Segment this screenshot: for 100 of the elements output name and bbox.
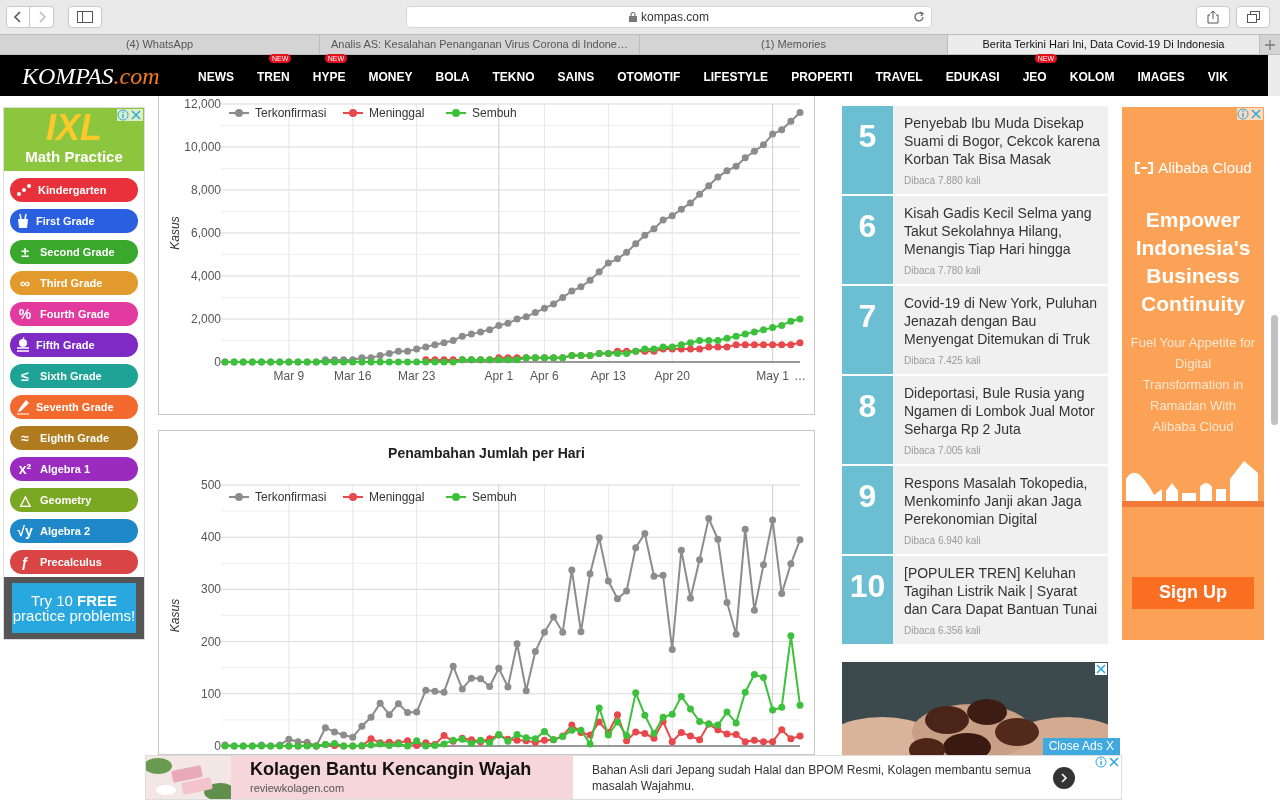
nav-link[interactable]: HYPE — [312, 69, 346, 84]
share-icon — [1207, 10, 1219, 24]
nav-link[interactable]: MONEY — [368, 69, 413, 84]
grade-button[interactable]: √y Algebra 2 — [10, 519, 138, 543]
article-title[interactable]: Covid-19 di New York, Puluhan Jenazah dengan Bau Menyengat Ditemukan di Truk — [904, 294, 1104, 348]
article-card[interactable]: Penyebab Ibu Muda Disekap Suami di Bogor, Cekcok karena Korban Tak Bisa Masak Dibaca 7.880 kali — [893, 106, 1108, 194]
axis-label: 2,000 — [190, 312, 221, 326]
point — [787, 341, 795, 349]
point — [787, 735, 795, 743]
axis-label: … — [794, 369, 806, 383]
scrollbar-thumb[interactable] — [1270, 315, 1278, 425]
point — [778, 341, 786, 349]
grade-button[interactable]: Kindergarten — [10, 178, 138, 202]
article-card[interactable]: Covid-19 di New York, Puluhan Jenazah dengan Bau Menyengat Ditemukan di Truk Dibaca 7.425 kali — [893, 286, 1108, 374]
plus-icon — [1265, 39, 1275, 50]
axis-title: Kasus — [168, 598, 182, 633]
point — [732, 341, 740, 349]
point — [778, 726, 786, 734]
point — [796, 339, 804, 347]
article-title[interactable]: Dideportasi, Bule Rusia yang Ngamen di Lombok Jual Motor Seharga Rp 2 Juta — [904, 384, 1104, 438]
point — [404, 737, 412, 745]
nav-link[interactable]: IMAGES — [1137, 69, 1185, 84]
ad-choices-icon[interactable] — [1095, 756, 1121, 768]
rank-number: 5 — [842, 106, 893, 194]
address-text: kompas.com — [641, 9, 709, 26]
axis-label: 0 — [214, 739, 221, 754]
article-card[interactable]: [POPULER TREN] Keluhan Tagihan Listrik Naik | Syarat dan Cara Dapat Bantuan Tunai Dibaca 6.356 kali — [893, 556, 1108, 644]
sidebar-icon — [77, 11, 93, 23]
article-title[interactable]: Kisah Gadis Kecil Selma yang Takut Sekolahnya Hilang, Menangis Tiap Hari hingga — [904, 204, 1104, 258]
chart-title: Penambahan Jumlah per Hari — [388, 445, 585, 462]
ad-choices-icon[interactable] — [117, 109, 143, 121]
rank-number: 7 — [842, 286, 893, 374]
nav-link[interactable]: NEWS — [198, 69, 234, 84]
article-card[interactable]: Dideportasi, Bule Rusia yang Ngamen di Lombok Jual Motor Seharga Rp 2 Juta Dibaca 7.005 kali — [893, 376, 1108, 464]
nav-link[interactable]: OTOMOTIF — [617, 69, 681, 84]
legend-item: Sembuh — [445, 106, 517, 120]
axis-label: Apr 20 — [654, 369, 690, 383]
nav-link[interactable]: JEO — [1022, 69, 1047, 84]
article-card[interactable]: Respons Masalah Tokopedia, Menkominfo Janji akan Jaga Perekonomian Digital Dibaca 6.940 kali — [893, 466, 1108, 554]
read-count: Dibaca 7.880 kali — [904, 174, 982, 188]
forward-button[interactable] — [30, 6, 54, 28]
nav-link[interactable]: EDUKASI — [945, 69, 1000, 84]
point — [723, 730, 731, 738]
axis-label: 10,000 — [184, 140, 221, 154]
nav-link[interactable]: SAINS — [557, 69, 595, 84]
nav-link[interactable]: VIK — [1207, 69, 1228, 84]
nav-link[interactable]: TEKNO — [492, 69, 535, 84]
next-button[interactable] — [1053, 767, 1075, 789]
article-card[interactable]: Kisah Gadis Kecil Selma yang Takut Sekolahnya Hilang, Menangis Tiap Hari hingga Dibaca 7.780 kali — [893, 196, 1108, 284]
legend-item: Meninggal — [342, 106, 425, 120]
nav-link[interactable]: TRAVEL — [875, 69, 923, 84]
nav-link[interactable]: BOLA — [435, 69, 470, 84]
ad-banner[interactable]: Kolagen Bantu Kencangin Wajah reviewkolagen.com Bahan Asli dari Jepang sudah Halal dan BPOM Resmi, Kolagen membantu semua masalah Wajahmu. — [145, 755, 1122, 800]
grade-button[interactable]: First Grade — [10, 209, 138, 233]
site-logo[interactable]: KOMPAS.com — [22, 63, 172, 88]
tabs-icon — [1246, 11, 1260, 23]
rank-number: 8 — [842, 376, 893, 464]
axis-label: 100 — [200, 686, 221, 701]
symbol-icon: ∞ — [16, 276, 34, 290]
browser-tab[interactable]: Berita Terkini Hari Ini, Data Covid-19 Di Indonesia — [948, 35, 1260, 54]
article-title[interactable]: [POPULER TREN] Keluhan Tagihan Listrik Naik | Syarat dan Cara Dapat Bantuan Tunai — [904, 564, 1104, 618]
share-button[interactable] — [1196, 6, 1230, 28]
point — [677, 728, 685, 736]
ad-body: Fuel Your Appetite for Digital Transformation in Ramadan With Alibaba Cloud — [1129, 333, 1257, 436]
apple-book-icon — [16, 337, 30, 353]
nav-link[interactable]: PROPERTI — [791, 69, 853, 84]
grade-button[interactable]: x² Algebra 1 — [10, 457, 138, 481]
point — [367, 735, 375, 743]
article-title[interactable]: Respons Masalah Tokopedia, Menkominfo Janji akan Jaga Perekonomian Digital — [904, 474, 1104, 528]
sidebar-button[interactable] — [68, 6, 102, 28]
axis-label: Apr 13 — [590, 369, 626, 383]
grade-button[interactable]: ≈ Eighth Grade — [10, 426, 138, 450]
nav-link[interactable]: LIFESTYLE — [703, 69, 769, 84]
nav-link[interactable]: TREN — [257, 69, 290, 84]
ad-title[interactable]: Kolagen Bantu Kencangin Wajah — [250, 758, 573, 781]
legend-label: Terkonfirmasi — [255, 490, 327, 505]
grade-button[interactable]: ƒ Precalculus — [10, 550, 138, 574]
tabs-overview-button[interactable] — [1236, 6, 1270, 28]
close-icon[interactable] — [1095, 663, 1107, 675]
point — [750, 341, 758, 349]
grade-button[interactable]: % Fourth Grade — [10, 302, 138, 326]
axis-label: 6,000 — [190, 226, 221, 240]
read-count: Dibaca 7.425 kali — [904, 354, 982, 368]
nav-link[interactable]: KOLOM — [1069, 69, 1115, 84]
legend-item: Sembuh — [445, 490, 517, 505]
reload-icon[interactable] — [913, 11, 925, 23]
point — [750, 736, 758, 744]
point — [741, 341, 749, 349]
article-title[interactable]: Penyebab Ibu Muda Disekap Suami di Bogor, Cekcok karena Korban Tak Bisa Masak — [904, 114, 1104, 168]
ad-url[interactable]: reviewkolagen.com — [250, 780, 573, 797]
grade-button[interactable]: Fifth Grade — [10, 333, 138, 357]
back-button[interactable] — [6, 6, 30, 28]
ad-choices-icon[interactable] — [1237, 108, 1263, 120]
axis-label: 400 — [200, 530, 221, 545]
address-bar[interactable]: kompas.com — [406, 6, 932, 28]
symbol-icon: △ — [16, 493, 34, 507]
brand-name: Alibaba Cloud — [1158, 158, 1252, 178]
rank-number: 10 — [842, 556, 893, 644]
legend-label: Terkonfirmasi — [255, 106, 327, 120]
pencil-icon — [16, 399, 30, 415]
